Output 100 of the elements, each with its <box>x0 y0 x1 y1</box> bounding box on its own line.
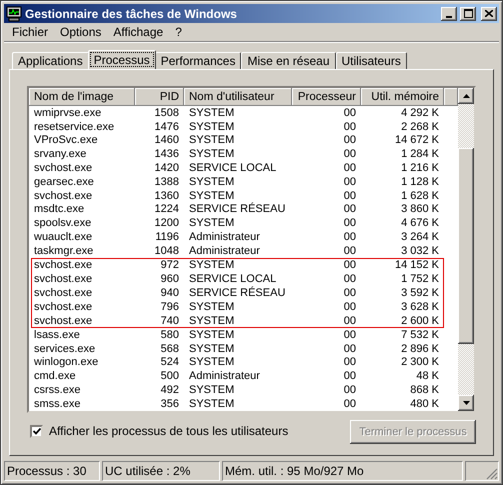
table-cell-text: cmd.exe <box>33 370 77 382</box>
scroll-up-button[interactable] <box>458 88 474 104</box>
table-row[interactable]: wmiprvse.exe 1508 SYSTEM 00 4 292 K <box>29 106 458 120</box>
table-row[interactable]: wuauclt.exe 1196 Administrateur 00 3 264 K <box>29 230 458 244</box>
table-cell-text: 00 <box>342 398 357 410</box>
table-cell-text: 00 <box>342 231 357 244</box>
minimize-icon <box>446 16 452 18</box>
tab[interactable]: Mise en réseau <box>241 52 336 69</box>
table-cell-text: 480 K <box>409 398 440 410</box>
table-cell-text: 00 <box>342 134 357 146</box>
scroll-down-button[interactable] <box>458 395 474 411</box>
table-row[interactable]: lsass.exe 580 SYSTEM 00 7 532 K <box>29 328 458 342</box>
table-cell-text: csrss.exe <box>33 384 82 396</box>
table-cell-text: svchost.exe <box>33 272 94 285</box>
table-cell-text: 00 <box>342 384 357 396</box>
status-text: Mém. util. : 95 Mo/927 Mo <box>222 461 463 481</box>
table-cell-text: SYSTEM <box>188 384 236 396</box>
table-cell-text: 3 264 K <box>400 231 440 244</box>
tab[interactable]: Performances <box>154 52 242 69</box>
table-cell-text: svchost.exe <box>33 300 94 313</box>
table-cell-text: SYSTEM <box>188 258 236 271</box>
table-cell-text: 48 K <box>415 370 440 382</box>
table-cell-text: 1 284 K <box>400 148 440 160</box>
table-cell-text: SERVICE LOCAL <box>188 272 278 285</box>
resize-grip-icon[interactable] <box>486 468 498 480</box>
scroll-thumb[interactable] <box>458 148 474 344</box>
table-row[interactable]: taskmgr.exe 1048 Administrateur 00 3 032 K <box>29 244 458 258</box>
checkbox-label: Afficher les processus de tous les utilisateurs <box>49 424 288 438</box>
table-cell-text: spoolsv.exe <box>33 217 92 230</box>
table-cell-text: SYSTEM <box>188 398 236 410</box>
table-cell-text: 972 <box>160 258 180 271</box>
table-cell-text: 14 672 K <box>394 134 440 146</box>
table-cell-text: 796 <box>160 300 180 313</box>
table-row[interactable]: services.exe 568 SYSTEM 00 2 896 K <box>29 342 458 356</box>
table-cell-text: 1048 <box>154 244 180 257</box>
table-cell-text: 1420 <box>154 162 180 174</box>
menu-item[interactable]: Fichier <box>6 25 54 39</box>
menu-item[interactable]: ? <box>169 25 188 39</box>
column-header[interactable]: Nom de l'image <box>29 88 135 106</box>
table-cell-text: Administrateur <box>188 244 261 257</box>
table-cell-text: msdtc.exe <box>33 203 86 216</box>
table-cell-text: 1196 <box>154 231 180 244</box>
table-row[interactable]: msdtc.exe 1224 SERVICE RÉSEAU 00 3 860 K <box>29 202 458 216</box>
column-header[interactable]: Nom d'utilisateur <box>184 88 292 106</box>
table-cell-text: services.exe <box>33 342 96 355</box>
table-row[interactable]: winlogon.exe 524 SYSTEM 00 2 300 K <box>29 356 458 370</box>
table-row[interactable]: csrss.exe 492 SYSTEM 00 868 K <box>29 383 458 398</box>
column-header[interactable]: PID <box>135 88 184 106</box>
table-cell-text: 00 <box>342 356 357 368</box>
checkbox[interactable] <box>30 424 43 438</box>
minimize-button[interactable] <box>441 6 457 20</box>
table-row[interactable]: gearsec.exe 1388 SYSTEM 00 1 128 K <box>29 174 458 189</box>
table-cell-text: 00 <box>342 203 357 216</box>
table-cell-text: 500 <box>160 370 180 382</box>
table-cell-text: 00 <box>342 314 357 327</box>
table-row[interactable]: svchost.exe 1420 SERVICE LOCAL 00 1 216 K <box>29 161 458 175</box>
table-cell-text: svchost.exe <box>33 314 94 327</box>
up-arrow-icon <box>462 94 470 98</box>
table-cell-text: 4 292 K <box>400 106 440 119</box>
tab[interactable]: Applications <box>12 52 89 69</box>
table-cell-text: SERVICE RÉSEAU <box>188 203 286 216</box>
table-row[interactable]: spoolsv.exe 1200 SYSTEM 00 4 676 K <box>29 216 458 230</box>
table-cell-text: 492 <box>160 384 180 396</box>
table-cell-text: 1436 <box>154 148 180 160</box>
tab[interactable]: Processus <box>88 50 156 69</box>
table-row[interactable]: VProSvc.exe 1460 SYSTEM 00 14 672 K <box>29 133 458 148</box>
table-row[interactable]: smss.exe 356 SYSTEM 00 480 K <box>29 397 458 411</box>
maximize-button[interactable] <box>460 6 476 20</box>
table-cell-text: SYSTEM <box>188 148 236 160</box>
scrollbar[interactable] <box>458 88 474 411</box>
column-header[interactable]: Util. mémoire <box>361 88 444 106</box>
table-row[interactable]: srvany.exe 1436 SYSTEM 00 1 284 K <box>29 147 458 162</box>
table-cell-text: gearsec.exe <box>33 176 95 188</box>
table-cell-text: 00 <box>342 190 357 202</box>
table-cell-text: 00 <box>342 120 357 133</box>
menu-item[interactable]: Affichage <box>107 25 170 39</box>
table-cell-text: 940 <box>160 286 180 299</box>
table-cell-text: SYSTEM <box>188 190 236 202</box>
tab[interactable]: Utilisateurs <box>336 52 407 69</box>
table-cell-text: 1224 <box>154 203 180 216</box>
table-cell-text: wmiprvse.exe <box>33 106 102 119</box>
table-row[interactable]: resetservice.exe 1476 SYSTEM 00 2 268 K <box>29 120 458 134</box>
table-row[interactable]: svchost.exe 1360 SYSTEM 00 1 628 K <box>29 188 458 203</box>
window-title: Gestionnaire des tâches de Windows <box>25 6 238 20</box>
table-cell-text: VProSvc.exe <box>33 134 99 146</box>
table-cell-text: 00 <box>342 328 357 341</box>
table-row[interactable]: cmd.exe 500 Administrateur 00 48 K <box>29 369 458 384</box>
table-cell-text: SYSTEM <box>188 314 236 327</box>
table-cell-text: 1 128 K <box>400 176 440 188</box>
table-cell-text: 1460 <box>154 134 180 146</box>
table-cell-text: 00 <box>342 258 357 271</box>
table-cell-text: Administrateur <box>188 231 261 244</box>
table-cell-text: SYSTEM <box>188 176 236 188</box>
table-cell-text: 4 676 K <box>400 217 440 230</box>
checkmark-icon <box>32 428 40 434</box>
close-button[interactable] <box>481 6 497 20</box>
table-cell-text: 1 628 K <box>400 190 440 202</box>
menu-item[interactable]: Options <box>54 25 108 39</box>
table-cell-text: winlogon.exe <box>33 356 100 368</box>
column-header[interactable]: Processeur <box>292 88 361 106</box>
